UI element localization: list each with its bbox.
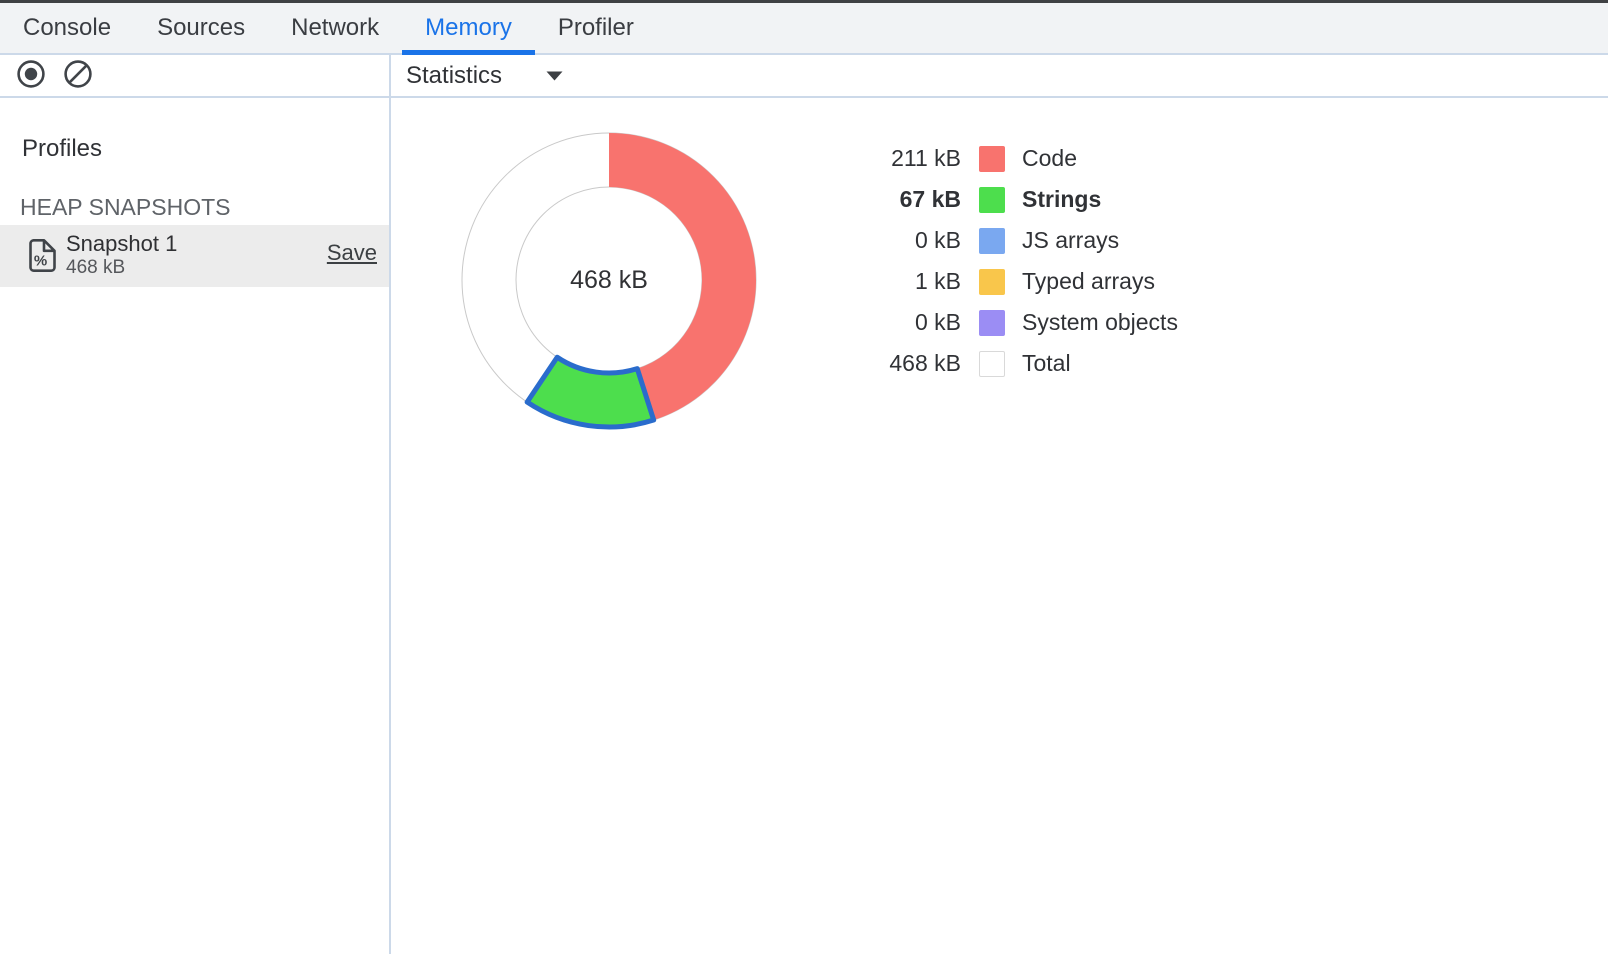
legend-size-typed-arrays: 1 kB	[861, 268, 961, 295]
snapshot-title: Snapshot 1	[66, 231, 177, 257]
legend-label-total: Total	[1022, 350, 1071, 377]
legend-row-total[interactable]: 468 kB Total	[861, 343, 1178, 384]
legend-row-js-arrays[interactable]: 0 kB JS arrays	[861, 220, 1178, 261]
perspective-select-value: Statistics	[406, 62, 502, 90]
toolbar-left-group	[0, 55, 389, 96]
legend-size-total: 468 kB	[861, 350, 961, 377]
clear-profiles-button[interactable]	[63, 61, 93, 91]
profiles-sidebar: Profiles HEAP SNAPSHOTS % Snapshot 1 468…	[0, 98, 389, 954]
legend-row-code[interactable]: 211 kB Code	[861, 138, 1178, 179]
dropdown-triangle-icon	[545, 70, 564, 82]
legend-swatch-typed-arrays	[979, 269, 1005, 295]
profiles-heading: Profiles	[22, 135, 102, 163]
legend-size-system-objects: 0 kB	[861, 309, 961, 336]
memory-panel-toolbar: Statistics	[0, 55, 1608, 98]
tab-network[interactable]: Network	[268, 3, 402, 53]
legend-swatch-system-objects	[979, 310, 1005, 336]
legend-swatch-js-arrays	[979, 228, 1005, 254]
legend-row-system-objects[interactable]: 0 kB System objects	[861, 302, 1178, 343]
legend-size-strings: 67 kB	[861, 186, 961, 213]
legend-label-js-arrays: JS arrays	[1022, 227, 1119, 254]
heap-snapshot-document-icon: %	[28, 238, 57, 278]
tab-memory[interactable]: Memory	[402, 3, 535, 53]
donut-outline-circle	[516, 187, 702, 373]
save-snapshot-link[interactable]: Save	[327, 240, 377, 266]
tab-console[interactable]: Console	[0, 3, 134, 53]
heap-usage-donut-chart: 468 kB	[449, 120, 769, 440]
perspective-select[interactable]: Statistics	[406, 62, 564, 90]
devtools-tabbar: ConsoleSourcesNetworkMemoryProfiler	[0, 3, 1608, 55]
tab-sources[interactable]: Sources	[134, 3, 268, 53]
legend-row-strings[interactable]: 67 kB Strings	[861, 179, 1178, 220]
legend-swatch-strings	[979, 187, 1005, 213]
tab-profiler[interactable]: Profiler	[535, 3, 657, 53]
legend-swatch-code	[979, 146, 1005, 172]
legend-size-code: 211 kB	[861, 145, 961, 172]
legend-label-strings: Strings	[1022, 186, 1101, 213]
legend-label-typed-arrays: Typed arrays	[1022, 268, 1155, 295]
svg-text:%: %	[34, 253, 47, 270]
toolbar-right-group: Statistics	[389, 55, 1608, 96]
legend-label-system-objects: System objects	[1022, 309, 1178, 336]
snapshot-texts: Snapshot 1 468 kB	[66, 231, 177, 279]
chart-legend: 211 kB Code 67 kB Strings 0 kB JS arrays 1 kB T…	[861, 138, 1178, 384]
legend-row-typed-arrays[interactable]: 1 kB Typed arrays	[861, 261, 1178, 302]
snapshot-list-item[interactable]: % Snapshot 1 468 kB Save	[0, 225, 389, 287]
clear-icon	[63, 59, 93, 92]
legend-label-code: Code	[1022, 145, 1077, 172]
record-heap-snapshot-button[interactable]	[16, 61, 46, 91]
donut-slice-strings[interactable]	[527, 357, 654, 427]
snapshot-size: 468 kB	[66, 257, 177, 279]
legend-size-js-arrays: 0 kB	[861, 227, 961, 254]
heap-snapshots-section-heading: HEAP SNAPSHOTS	[20, 194, 230, 221]
record-icon	[16, 59, 46, 92]
statistics-view: 468 kB 211 kB Code 67 kB Strings 0 kB JS arra…	[391, 98, 1608, 954]
legend-swatch-total	[979, 351, 1005, 377]
